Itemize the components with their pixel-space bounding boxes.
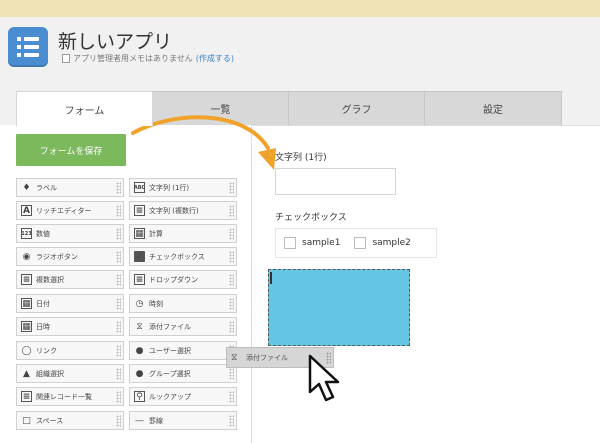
tab-label: フォーム [64,105,105,117]
tab-form[interactable]: フォーム [16,91,153,126]
orange-arrow-icon [131,115,270,150]
arrow-head-icon [258,148,276,170]
mouse-cursor-icon [308,354,340,402]
annotation-overlay [131,115,340,402]
